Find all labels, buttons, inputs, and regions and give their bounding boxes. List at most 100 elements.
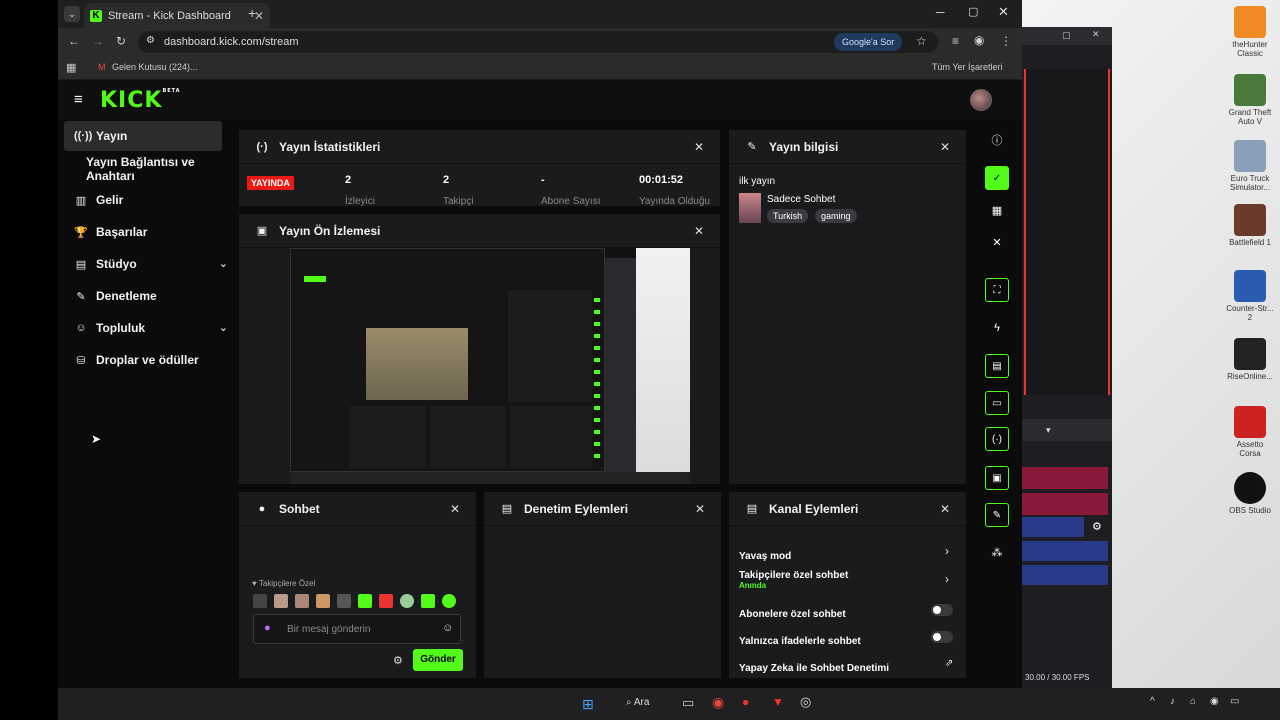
emotes-chat-toggle[interactable]	[931, 631, 953, 643]
preview-nested-obs	[605, 258, 636, 472]
bookmark-inbox[interactable]: Gelen Kutusu (224)...	[112, 62, 198, 72]
check-icon[interactable]: ✓	[985, 166, 1009, 190]
file-explorer-icon[interactable]: ▭	[682, 695, 694, 711]
lightning-icon[interactable]: ϟ	[985, 316, 1009, 340]
site-info-icon[interactable]: ⚙	[146, 35, 155, 46]
wrench-icon[interactable]: ✎	[985, 503, 1009, 527]
extensions-icon[interactable]: ≡	[952, 34, 959, 48]
all-bookmarks[interactable]: Tüm Yer İşaretleri	[932, 62, 1003, 72]
chat-placeholder: Bir mesaj gönderin	[287, 624, 371, 635]
desktop-icon-cs2[interactable]: Counter-Str... 2	[1226, 270, 1274, 322]
subs-chat-toggle[interactable]	[931, 604, 953, 616]
hamburger-menu-icon[interactable]: ≡	[74, 91, 83, 108]
desktop-icon-assetto[interactable]: Assetto Corsa	[1226, 406, 1274, 458]
reload-icon[interactable]: ↻	[116, 34, 126, 48]
ai-moderation-row[interactable]: Yapay Zeka ile Sohbet Denetimi ⇗	[739, 658, 955, 676]
chrome-icon[interactable]: ◉	[712, 694, 724, 711]
app-red-icon[interactable]: ●	[742, 695, 749, 709]
mic-tray-icon[interactable]: ♪	[1170, 696, 1175, 707]
kick-logo[interactable]: KICKBETA	[100, 88, 181, 113]
obs-maximize-icon[interactable]: ▢	[1062, 30, 1071, 41]
close-window-button[interactable]: ✕	[998, 4, 1009, 20]
maximize-button[interactable]: ▢	[968, 5, 978, 18]
emote[interactable]	[442, 594, 456, 608]
back-icon[interactable]: ←	[68, 34, 80, 48]
desktop-icon-ets[interactable]: Euro Truck Simulator...	[1226, 140, 1274, 192]
bookmark-star-icon[interactable]: ☆	[916, 34, 927, 48]
obs-dropdown[interactable]: ▾	[1022, 419, 1112, 441]
followers-chat-row[interactable]: Takipçilere özel sohbet Anında ›	[739, 570, 955, 590]
layout-icon[interactable]: ▦	[985, 198, 1009, 222]
close-icon[interactable]: ✕	[695, 502, 705, 516]
emote[interactable]	[379, 594, 393, 608]
slow-mode-row[interactable]: Yavaş mod ›	[739, 544, 955, 564]
emoji-icon[interactable]: ☺	[442, 622, 453, 634]
chevron-down-icon[interactable]: ⌄	[219, 321, 228, 334]
info-icon[interactable]: ⓘ	[985, 128, 1009, 152]
emote[interactable]	[253, 594, 267, 608]
send-button[interactable]: Gönder	[413, 649, 463, 671]
desktop-icon-obs[interactable]: OBS Studio	[1226, 472, 1274, 515]
sidebar-item-denetleme[interactable]: ✎ Denetleme	[64, 281, 222, 311]
ask-google-button[interactable]: Google'a Sor	[834, 33, 903, 51]
emote[interactable]	[295, 594, 309, 608]
volume-tray-icon[interactable]: ◉	[1210, 696, 1219, 707]
apps-icon[interactable]: ▦	[66, 61, 76, 74]
close-icon[interactable]: ✕	[694, 224, 704, 238]
chat-icon[interactable]: ▭	[985, 391, 1009, 415]
close-icon[interactable]: ✕	[450, 502, 460, 516]
battery-tray-icon[interactable]: ▭	[1230, 696, 1239, 707]
app-pocket-icon[interactable]: ▼	[772, 695, 784, 709]
windows-start-icon[interactable]: ⊞	[582, 696, 594, 713]
sidebar-item-studyo[interactable]: ▤ Stüdyo ⌄	[64, 249, 228, 279]
profile-icon[interactable]: ◉	[974, 33, 984, 47]
chat-settings-icon[interactable]: ⚙	[393, 654, 403, 667]
close-icon[interactable]: ✕	[985, 230, 1009, 254]
app-obs-icon[interactable]: ◎	[800, 694, 811, 710]
new-tab-button[interactable]: +	[248, 5, 256, 21]
address-bar[interactable]: ⚙ dashboard.kick.com/stream Google'a Sor…	[138, 31, 938, 53]
more-widgets-icon[interactable]: ⁂	[985, 540, 1009, 564]
obs-settings-icon[interactable]: ⚙	[1092, 520, 1102, 533]
preview-video[interactable]	[290, 248, 690, 484]
taskbar-search[interactable]: ⌕ Ara	[626, 697, 649, 708]
mic-icon[interactable]: ●	[264, 622, 271, 634]
emote[interactable]	[421, 594, 435, 608]
chevron-down-icon[interactable]: ⌄	[219, 257, 228, 270]
tab-search-button[interactable]: ⌄	[64, 6, 80, 22]
forward-icon[interactable]: →	[92, 34, 104, 48]
sidebar-item-yayin[interactable]: ((·)) Yayın	[64, 121, 222, 151]
user-avatar[interactable]	[970, 89, 992, 111]
tab-kick-dashboard[interactable]: K Stream - Kick Dashboard ✕	[84, 3, 270, 28]
channel-icon[interactable]: ▣	[985, 466, 1009, 490]
emote[interactable]	[274, 594, 288, 608]
sidebar-item-droplar[interactable]: ⛁ Droplar ve ödüller	[64, 345, 222, 375]
chat-input[interactable]: ● Bir mesaj gönderin ☺	[253, 614, 461, 644]
emote[interactable]	[400, 594, 414, 608]
sidebar-item-gelir[interactable]: ▥ Gelir	[64, 185, 222, 215]
broadcast-icon[interactable]: (·)	[985, 427, 1009, 451]
close-icon[interactable]: ✕	[940, 502, 950, 516]
emote[interactable]	[358, 594, 372, 608]
emote[interactable]	[337, 594, 351, 608]
desktop-icon-riseonline[interactable]: RiseOnline...	[1226, 338, 1274, 381]
minimize-button[interactable]: ─	[936, 5, 945, 19]
desktop-icon-battlefield[interactable]: Battlefield 1	[1226, 204, 1274, 247]
tag-gaming[interactable]: gaming	[815, 209, 857, 223]
close-icon[interactable]: ✕	[940, 140, 950, 154]
sidebar-item-topluluk[interactable]: ☺ Topluluk ⌄	[64, 313, 228, 343]
network-tray-icon[interactable]: ⌂	[1190, 696, 1196, 707]
desktop-icon-gta[interactable]: Grand Theft Auto V	[1226, 74, 1274, 126]
menu-icon[interactable]: ⋮	[1000, 34, 1012, 48]
emote[interactable]	[316, 594, 330, 608]
tray-chevron-icon[interactable]: ^	[1150, 696, 1155, 707]
notes-icon[interactable]: ▤	[985, 354, 1009, 378]
close-icon[interactable]: ✕	[694, 140, 704, 154]
obs-close-icon[interactable]: ✕	[1092, 29, 1100, 40]
sidebar-item-basarilar[interactable]: 🏆 Başarılar	[64, 217, 222, 247]
fullscreen-icon[interactable]: ⛶	[985, 278, 1009, 302]
desktop-icon-thehunter[interactable]: theHunter Classic	[1226, 6, 1274, 58]
sidebar-item-stream-key[interactable]: Yayın Bağlantısı ve Anahtarı	[64, 154, 234, 184]
tag-turkish[interactable]: Turkish	[767, 209, 809, 223]
riseonline-icon	[1234, 338, 1266, 370]
